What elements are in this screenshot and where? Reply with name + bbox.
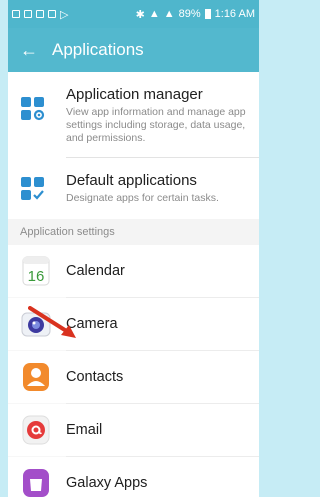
app-item-galaxy-apps[interactable]: Galaxy Apps	[8, 457, 259, 497]
app-label: Calendar	[66, 263, 125, 279]
application-manager-title: Application manager	[66, 86, 203, 103]
app-label: Camera	[66, 316, 118, 332]
play-store-notification-icon: ▷	[60, 8, 69, 21]
app-label: Galaxy Apps	[66, 475, 148, 491]
default-applications-description: Designate apps for certain tasks.	[66, 192, 219, 204]
app-item-camera[interactable]: Camera	[8, 298, 259, 350]
default-applications-icon	[21, 177, 44, 200]
app-item-contacts[interactable]: Contacts	[8, 351, 259, 403]
email-icon	[20, 414, 52, 446]
camera-icon	[20, 308, 52, 340]
app-bar: ← Applications	[8, 28, 259, 72]
back-arrow-icon[interactable]: ←	[20, 41, 38, 59]
app-label: Email	[66, 422, 103, 438]
galaxy-apps-icon	[20, 467, 52, 497]
battery-percent: 89%	[178, 8, 201, 20]
status-bar: ▷ ✱ ▲ ▲ 89% 1:16 AM	[8, 0, 259, 28]
application-manager-icon	[21, 97, 45, 121]
image-notification-icon	[12, 10, 20, 18]
calendar-icon-date: 16	[28, 268, 45, 285]
application-manager-description: View app information and manage app sett…	[66, 106, 246, 144]
gallery-notification-icon	[36, 10, 44, 18]
bluetooth-icon: ✱	[135, 8, 145, 21]
app-item-email[interactable]: Email	[8, 404, 259, 456]
battery-icon	[204, 9, 211, 19]
contacts-icon	[20, 361, 52, 393]
signal-icon: ▲	[163, 8, 175, 20]
default-applications-item[interactable]: Default applications Designate apps for …	[8, 158, 259, 219]
calendar-icon: 16	[20, 255, 52, 287]
download-notification-icon	[24, 10, 32, 18]
app-item-calendar[interactable]: 16 Calendar	[8, 245, 259, 297]
settings-card: Application manager View app information…	[8, 72, 259, 219]
section-header: Application settings	[8, 219, 259, 245]
clock: 1:16 AM	[214, 8, 255, 20]
phone-screen: ▷ ✱ ▲ ▲ 89% 1:16 AM ← Applications Appli…	[8, 0, 259, 497]
default-applications-title: Default applications	[66, 172, 197, 189]
app-label: Contacts	[66, 369, 124, 385]
page-title: Applications	[52, 40, 144, 59]
application-manager-item[interactable]: Application manager View app information…	[8, 72, 259, 157]
file-notification-icon	[48, 10, 56, 18]
wifi-icon: ▲	[148, 8, 160, 20]
